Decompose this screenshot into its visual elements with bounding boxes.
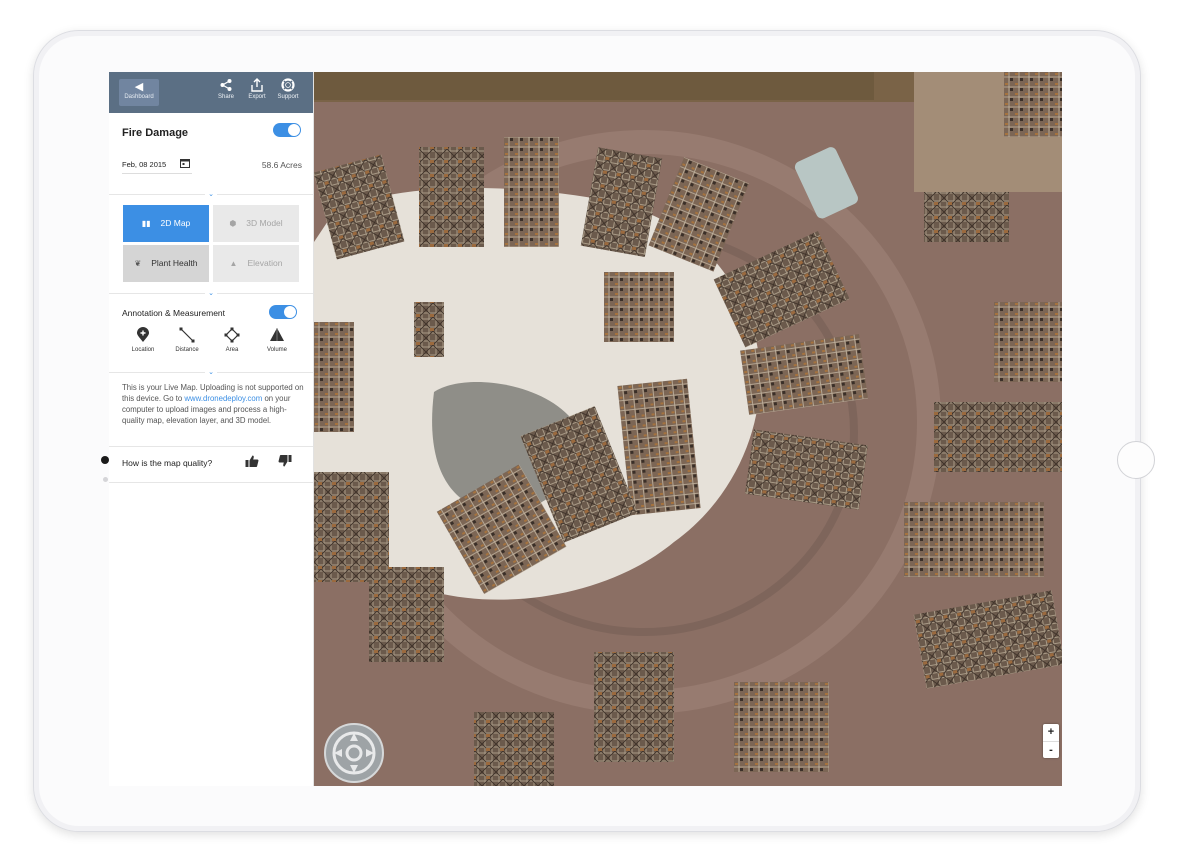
dashboard-label: Dashboard — [124, 94, 154, 100]
annotation-title: Annotation & Measurement — [122, 308, 226, 318]
home-button[interactable] — [1117, 441, 1155, 479]
map-title: Fire Damage — [122, 127, 189, 139]
chevron-down-icon[interactable]: ⌄ — [205, 369, 217, 377]
live-map-notice: This is your Live Map. Uploading is not … — [122, 382, 306, 426]
view-3d-model-button[interactable]: ⬢ 3D Model — [213, 205, 299, 242]
share-button[interactable]: Share — [213, 78, 239, 100]
zoom-in-button[interactable]: + — [1043, 724, 1059, 741]
app-screen: ◀ Dashboard Share Export Support Fire Da… — [109, 72, 1062, 786]
calendar-icon[interactable] — [180, 158, 190, 168]
cube-icon: ⬢ — [229, 219, 237, 228]
compass-icon — [332, 731, 376, 775]
zoom-control: + - — [1043, 724, 1059, 758]
thumbs-up-icon[interactable] — [245, 454, 259, 468]
dronedeploy-link[interactable]: www.dronedeploy.com — [184, 394, 262, 403]
chevron-down-icon[interactable]: ⌄ — [205, 290, 217, 298]
thumbs-down-icon[interactable] — [278, 454, 292, 468]
date-row: Feb, 08 2015 58.6 Acres — [122, 157, 302, 175]
area-label: Area — [225, 347, 239, 353]
area-tool[interactable]: Area — [212, 327, 252, 353]
toggle-knob — [284, 306, 296, 318]
map-visibility-toggle[interactable] — [273, 123, 301, 137]
toggle-knob — [288, 124, 300, 136]
date-selector[interactable]: Feb, 08 2015 — [122, 160, 166, 169]
view-plant-health-button[interactable]: ❦ Plant Health — [123, 245, 209, 282]
export-icon — [251, 78, 263, 92]
aerial-imagery[interactable] — [314, 72, 1062, 786]
chevron-down-icon[interactable]: ⌄ — [205, 191, 217, 199]
support-label: Support — [277, 94, 299, 100]
leaf-icon: ❦ — [134, 259, 142, 268]
view-3d-model-label: 3D Model — [246, 218, 283, 228]
light-sensor — [103, 477, 108, 482]
dashboard-button[interactable]: ◀ Dashboard — [119, 79, 159, 106]
mountain-icon: ▲ — [229, 259, 238, 268]
volume-tool[interactable]: Volume — [257, 327, 297, 353]
volume-cone-icon — [270, 328, 284, 341]
view-elevation-button[interactable]: ▲ Elevation — [213, 245, 299, 282]
support-button[interactable]: Support — [275, 78, 301, 100]
lifebuoy-icon — [281, 78, 295, 92]
top-toolbar: ◀ Dashboard Share Export Support — [109, 72, 313, 113]
location-pin-icon — [137, 327, 149, 342]
export-label: Export — [248, 94, 266, 100]
area-polygon-icon — [224, 327, 240, 343]
sidebar: ◀ Dashboard Share Export Support Fire Da… — [109, 72, 314, 786]
share-icon — [220, 79, 232, 91]
location-tool[interactable]: Location — [123, 327, 163, 353]
map-icon: ▮▮ — [141, 219, 151, 228]
annotation-tools: Location Distance Area Volume — [121, 327, 303, 357]
acreage-value: 58.6 Acres — [261, 160, 302, 170]
view-2d-map-button[interactable]: ▮▮ 2D Map — [123, 205, 209, 242]
view-elevation-label: Elevation — [247, 258, 283, 268]
distance-label: Distance — [175, 347, 199, 353]
compass-control[interactable] — [324, 723, 384, 783]
distance-tool[interactable]: Distance — [167, 327, 207, 353]
annotation-toggle[interactable] — [269, 305, 297, 319]
export-button[interactable]: Export — [244, 78, 270, 100]
view-plant-health-label: Plant Health — [151, 258, 198, 268]
divider — [109, 482, 313, 483]
volume-label: Volume — [266, 347, 287, 353]
date-underline — [122, 173, 192, 174]
map-view[interactable]: + - — [314, 72, 1062, 786]
zoom-out-button[interactable]: - — [1043, 741, 1059, 759]
back-arrow-icon: ◀ — [134, 81, 144, 93]
distance-line-icon — [179, 327, 195, 343]
front-camera — [101, 456, 109, 464]
map-quality-question: How is the map quality? — [122, 458, 213, 468]
divider — [109, 446, 313, 447]
view-mode-grid: ▮▮ 2D Map ⬢ 3D Model ❦ Plant Health ▲ Elevat… — [123, 205, 301, 283]
share-label: Share — [217, 94, 234, 100]
view-2d-map-label: 2D Map — [160, 218, 191, 228]
location-label: Location — [131, 347, 155, 353]
